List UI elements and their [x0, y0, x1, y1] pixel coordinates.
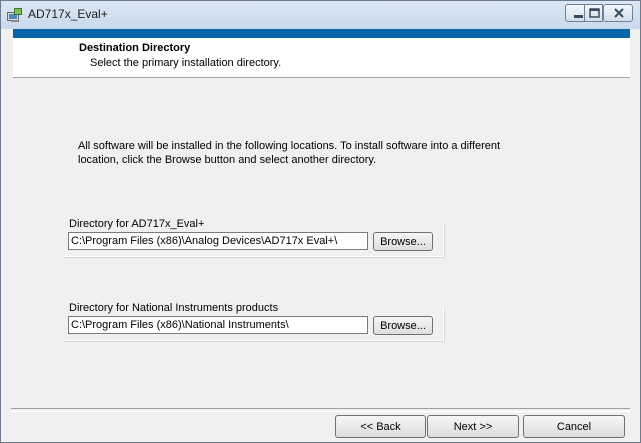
title-bar[interactable]: AD717x_Eval+ — [1, 1, 640, 29]
instructions-text: All software will be installed in the fo… — [78, 139, 548, 167]
window-title: AD717x_Eval+ — [28, 7, 108, 21]
browse-button-ni[interactable]: Browse... — [373, 316, 433, 335]
accent-strip — [13, 29, 630, 38]
directory-label-ni: Directory for National Instruments produ… — [69, 302, 279, 314]
directory-input-ad717x[interactable] — [68, 232, 368, 250]
maximize-button[interactable] — [584, 4, 603, 22]
next-button[interactable]: Next >> — [427, 415, 519, 438]
directory-input-ni[interactable] — [68, 316, 368, 334]
back-button[interactable]: << Back — [335, 415, 426, 438]
page-subtitle: Select the primary installation director… — [90, 57, 282, 69]
page-title: Destination Directory — [79, 42, 191, 54]
browse-button-ad717x[interactable]: Browse... — [373, 232, 433, 251]
instructions-line-2: location, click the Browse button and se… — [78, 154, 377, 166]
installer-window: AD717x_Eval+ Destination Directory Selec… — [0, 0, 641, 443]
wizard-header: Destination Directory Select the primary… — [13, 38, 630, 78]
close-button[interactable] — [603, 4, 633, 22]
footer-divider — [11, 408, 630, 412]
close-icon — [614, 8, 624, 18]
directory-label-ad717x: Directory for AD717x_Eval+ — [69, 218, 205, 230]
maximize-icon — [589, 8, 600, 18]
installer-icon — [7, 7, 23, 22]
instructions-line-1: All software will be installed in the fo… — [78, 140, 501, 152]
cancel-button[interactable]: Cancel — [523, 415, 625, 438]
